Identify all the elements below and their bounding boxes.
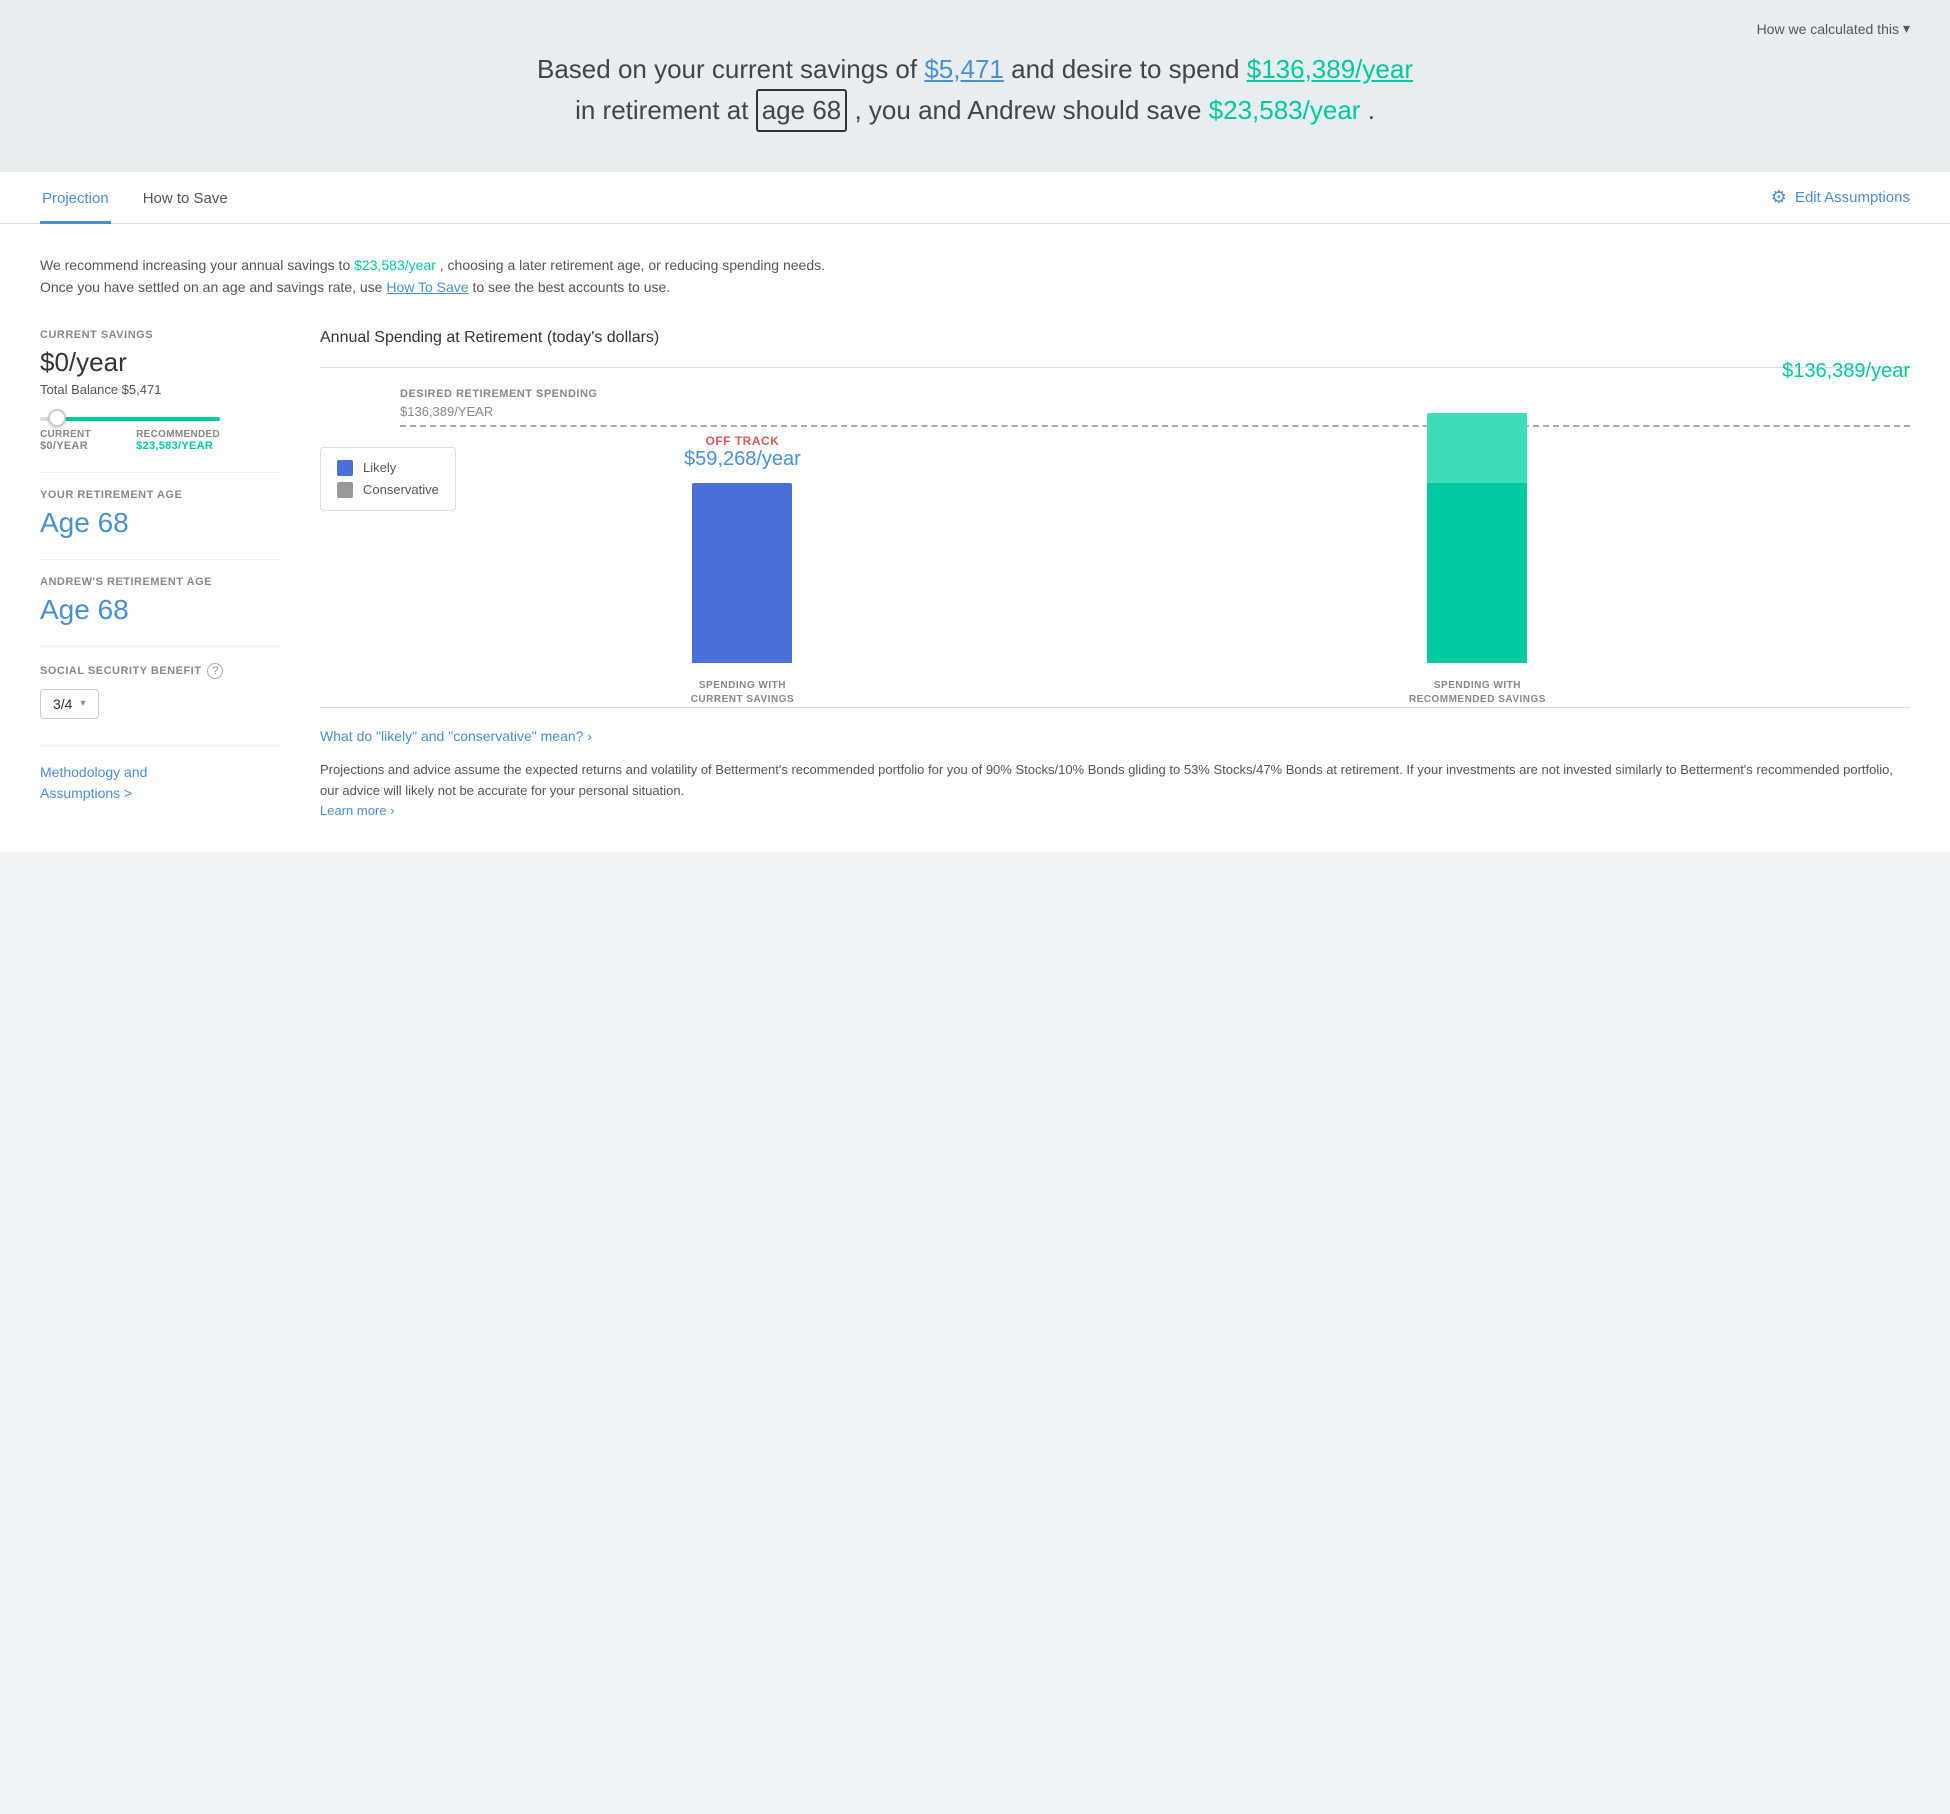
what-does-link[interactable]: What do "likely" and "conservative" mean… [320,728,1910,744]
retirement-age-label: YOUR RETIREMENT AGE [40,489,280,501]
slider-current-label: CURRENT $0/YEAR [40,429,91,452]
tabs-bar: Projection How to Save ⚙ Edit Assumption… [0,172,1950,224]
legend-box: Likely Conservative [320,447,456,531]
social-security-dropdown[interactable]: 3/4 ▾ [40,689,99,719]
rec-amount: $23,583/year [354,257,436,273]
divider-4 [40,745,280,746]
andrew-retirement-age-section: ANDREW'S RETIREMENT AGE Age 68 [40,576,280,626]
current-savings-label: CURRENT SAVINGS [40,329,280,341]
social-security-value: 3/4 [53,696,72,712]
social-security-section: SOCIAL SECURITY BENEFIT ? 3/4 ▾ [40,663,280,725]
savings-amount-link[interactable]: $5,471 [924,54,1004,84]
total-balance: Total Balance $5,471 [40,382,280,397]
content-area: We recommend increasing your annual savi… [0,224,1950,852]
right-column: Annual Spending at Retirement (today's d… [320,329,1910,822]
divider-2 [40,559,280,560]
bar-current-savings: OFF TRACK $59,268/year SPENDING WITH CUR… [684,434,801,707]
retirement-age-highlight: age 68 [756,89,848,132]
bar1-wrapper [692,483,792,663]
how-calculated-link[interactable]: How we calculated this ▾ [1757,20,1910,37]
your-retirement-age-section: YOUR RETIREMENT AGE Age 68 [40,489,280,539]
bar2-wrapper [1427,413,1527,663]
chart-container: $136,389/year DESIRED RETIREMENT SPENDIN… [320,367,1910,708]
tab-how-to-save[interactable]: How to Save [141,172,230,224]
bars-area: Likely Conservative OFF TR [320,427,1910,707]
legend-likely: Likely [337,460,439,476]
save-amount-display: $23,583/year [1209,95,1361,125]
sliders-icon: ⚙ [1771,187,1787,208]
bar-recommended-savings: SPENDING WITH RECOMMENDED SAVINGS [1409,401,1546,707]
divider-3 [40,646,280,647]
desired-spending-label: DESIRED RETIREMENT SPENDING [400,388,1910,400]
bar1-value: $59,268/year [684,448,801,471]
current-savings-value: $0/year [40,347,280,378]
desired-amount-display: $136,389/year [1782,360,1910,383]
off-track-label: OFF TRACK [684,434,801,448]
bar1-label-top: OFF TRACK $59,268/year [684,434,801,471]
savings-slider-track[interactable] [40,417,220,421]
legend-conservative: Conservative [337,482,439,498]
desired-spending-row: $136,389/year DESIRED RETIREMENT SPENDIN… [320,388,1910,427]
bottom-section: What do "likely" and "conservative" mean… [320,728,1910,822]
how-calculated-text: How we calculated this [1757,21,1899,37]
legend-conservative-label: Conservative [363,482,439,497]
chart-title: Annual Spending at Retirement (today's d… [320,329,1910,347]
bar2-conservative [1427,483,1527,663]
chevron-down-icon: ▾ [1903,20,1910,37]
main-content: Projection How to Save ⚙ Edit Assumption… [0,172,1950,852]
tabs-left: Projection How to Save [40,172,230,223]
bar1-likely [692,483,792,663]
recommendation-text: We recommend increasing your annual savi… [40,254,1910,299]
header-banner: How we calculated this ▾ Based on your c… [0,0,1950,172]
edit-assumptions-label: Edit Assumptions [1795,189,1910,206]
learn-more-link[interactable]: Learn more › [320,803,394,818]
current-savings-section: CURRENT SAVINGS $0/year Total Balance $5… [40,329,280,452]
slider-recommended-label: RECOMMENDED $23,583/YEAR [136,429,220,452]
two-col-layout: CURRENT SAVINGS $0/year Total Balance $5… [40,329,1910,822]
savings-slider-fill [56,417,220,421]
divider-1 [40,472,280,473]
how-to-save-link[interactable]: How To Save [386,279,468,295]
social-security-help-icon[interactable]: ? [207,663,223,679]
left-column: CURRENT SAVINGS $0/year Total Balance $5… [40,329,280,822]
andrew-retirement-label: ANDREW'S RETIREMENT AGE [40,576,280,588]
bar1-bottom-label: SPENDING WITH CURRENT SAVINGS [691,679,794,707]
savings-slider-thumb[interactable] [48,409,66,427]
slider-labels: CURRENT $0/YEAR RECOMMENDED $23,583/YEAR [40,429,220,452]
conservative-swatch [337,482,353,498]
dropdown-chevron-icon: ▾ [80,698,85,709]
edit-assumptions-button[interactable]: ⚙ Edit Assumptions [1771,187,1910,208]
bar2-likely-top [1427,413,1527,483]
desired-amount-label: $136,389/YEAR [400,404,1910,419]
andrew-retirement-value: Age 68 [40,594,280,626]
likely-swatch [337,460,353,476]
retirement-age-value: Age 68 [40,507,280,539]
social-security-label: SOCIAL SECURITY BENEFIT [40,665,201,677]
legend-likely-label: Likely [363,460,396,475]
header-summary-text: Based on your current savings of $5,471 … [525,50,1425,132]
projection-note: Projections and advice assume the expect… [320,760,1910,822]
bar2-bottom-label: SPENDING WITH RECOMMENDED SAVINGS [1409,679,1546,707]
spend-amount-link[interactable]: $136,389/year [1247,54,1413,84]
methodology-link[interactable]: Methodology and Assumptions > [40,762,280,804]
tab-projection[interactable]: Projection [40,172,111,224]
